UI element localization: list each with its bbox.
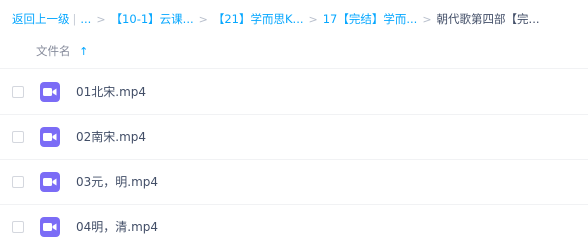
breadcrumb-item[interactable]: 17【完结】学而... bbox=[323, 11, 418, 27]
row-checkbox[interactable] bbox=[12, 130, 24, 143]
file-row[interactable]: 04明，清.mp4 bbox=[0, 204, 588, 242]
breadcrumb-ellipsis[interactable]: ... bbox=[80, 12, 91, 26]
column-header-filename: 文件名 bbox=[36, 44, 71, 58]
row-checkbox[interactable] bbox=[12, 220, 24, 233]
file-row[interactable]: 01北宋.mp4 bbox=[0, 69, 588, 115]
row-checkbox[interactable] bbox=[12, 85, 24, 98]
chevron-right-icon: > bbox=[422, 12, 432, 26]
breadcrumb-item[interactable]: 【10-1】云课... bbox=[111, 11, 194, 27]
sort-ascending-icon: ↑ bbox=[79, 45, 89, 58]
video-file-icon bbox=[40, 81, 60, 102]
file-name[interactable]: 01北宋.mp4 bbox=[76, 83, 146, 100]
file-name[interactable]: 03元，明.mp4 bbox=[76, 173, 158, 190]
row-checkbox[interactable] bbox=[12, 175, 24, 188]
breadcrumb-item[interactable]: 【21】学而思K... bbox=[213, 11, 304, 27]
back-link[interactable]: 返回上一级 bbox=[12, 11, 70, 27]
list-header: 文件名 ↑ bbox=[0, 34, 588, 69]
chevron-right-icon: > bbox=[198, 12, 208, 26]
chevron-right-icon: > bbox=[96, 12, 106, 26]
file-browser: 返回上一级 | ... > 【10-1】云课... > 【21】学而思K... … bbox=[0, 0, 588, 242]
file-name[interactable]: 04明，清.mp4 bbox=[76, 218, 158, 235]
video-file-icon bbox=[40, 171, 60, 192]
breadcrumb-current: 朝代歌第四部【完... bbox=[436, 12, 540, 26]
video-file-icon bbox=[40, 216, 60, 237]
video-file-icon bbox=[40, 126, 60, 147]
sort-by-name-button[interactable]: 文件名 ↑ bbox=[36, 43, 88, 59]
file-name[interactable]: 02南宋.mp4 bbox=[76, 128, 146, 145]
file-row[interactable]: 02南宋.mp4 bbox=[0, 114, 588, 160]
breadcrumb: 返回上一级 | ... > 【10-1】云课... > 【21】学而思K... … bbox=[12, 9, 540, 29]
chevron-right-icon: > bbox=[308, 12, 318, 26]
breadcrumb-divider: | bbox=[72, 12, 77, 26]
file-row[interactable]: 03元，明.mp4 bbox=[0, 159, 588, 205]
